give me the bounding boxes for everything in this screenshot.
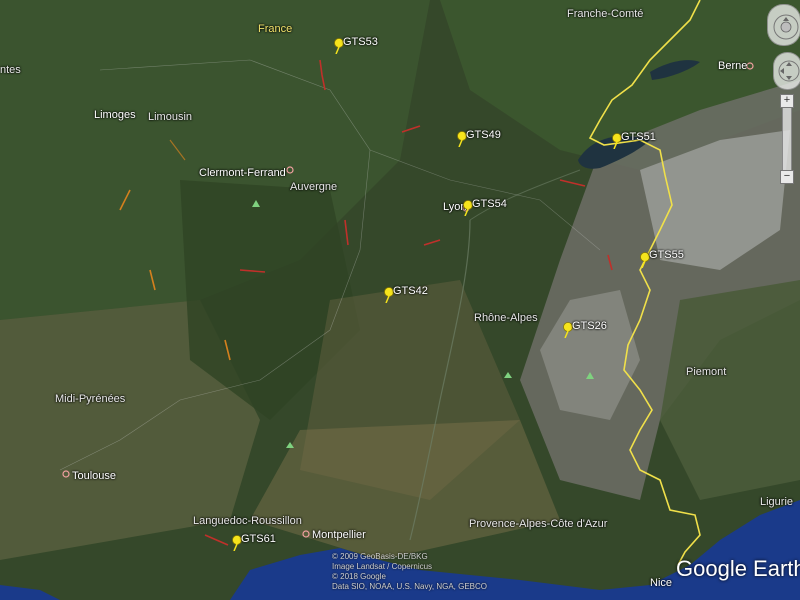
placemark-gts61[interactable]: GTS61 (241, 533, 276, 545)
region-label-auvergne: Auvergne (290, 181, 338, 193)
region-label-ligurie: Ligurie (760, 496, 794, 508)
region-label-france: France (258, 23, 293, 35)
imagery-attribution: © 2009 GeoBasis-DE/BKG Image Landsat / C… (332, 552, 487, 592)
google-earth-logo: Google Earth (676, 556, 800, 581)
placemark-gts42[interactable]: GTS42 (393, 285, 428, 297)
hand-move-icon (778, 60, 800, 82)
city-label-nice: Nice (650, 577, 673, 589)
city-label-clermont-ferrand: Clermont-Ferrand (199, 167, 286, 179)
zoom-slider[interactable] (782, 96, 792, 180)
region-label-limousin: Limousin (148, 111, 193, 123)
eye-icon (773, 14, 799, 40)
city-label-limoges: Limoges (94, 109, 136, 121)
move-joystick[interactable] (773, 52, 800, 90)
placemark-gts53[interactable]: GTS53 (343, 36, 378, 48)
region-label-edge-left: ntes (0, 64, 21, 76)
placemark-gts49[interactable]: GTS49 (466, 129, 501, 141)
region-label-provence: Provence-Alpes-Côte d'Azur (469, 518, 608, 530)
zoom-in-button[interactable]: + (780, 94, 794, 108)
placemark-gts55[interactable]: GTS55 (649, 249, 684, 261)
city-label-montpellier: Montpellier (312, 529, 366, 541)
attribution-line: © 2009 GeoBasis-DE/BKG (332, 552, 428, 561)
satellite-map[interactable]: France Franche-Comté Berne Limoges Limou… (0, 0, 800, 600)
zoom-out-button[interactable]: − (780, 170, 794, 184)
region-label-rhone-alpes: Rhône-Alpes (474, 312, 538, 324)
region-label-franche-comte: Franche-Comté (567, 8, 644, 20)
region-label-midi-pyrenees: Midi-Pyrénées (55, 393, 126, 405)
region-label-piemont: Piemont (686, 366, 727, 378)
placemark-gts51[interactable]: GTS51 (621, 131, 656, 143)
placemark-gts26[interactable]: GTS26 (572, 320, 607, 332)
attribution-line: Image Landsat / Copernicus (332, 562, 433, 571)
placemark-gts54[interactable]: GTS54 (472, 198, 507, 210)
attribution-line: Data SIO, NOAA, U.S. Navy, NGA, GEBCO (332, 582, 487, 591)
city-label-toulouse: Toulouse (72, 470, 117, 482)
city-label-berne: Berne (718, 60, 748, 72)
look-joystick[interactable] (767, 4, 800, 46)
attribution-line: © 2018 Google (332, 572, 386, 581)
region-label-languedoc-roussillon: Languedoc-Roussillon (193, 515, 302, 527)
terrain-layer (0, 0, 800, 600)
